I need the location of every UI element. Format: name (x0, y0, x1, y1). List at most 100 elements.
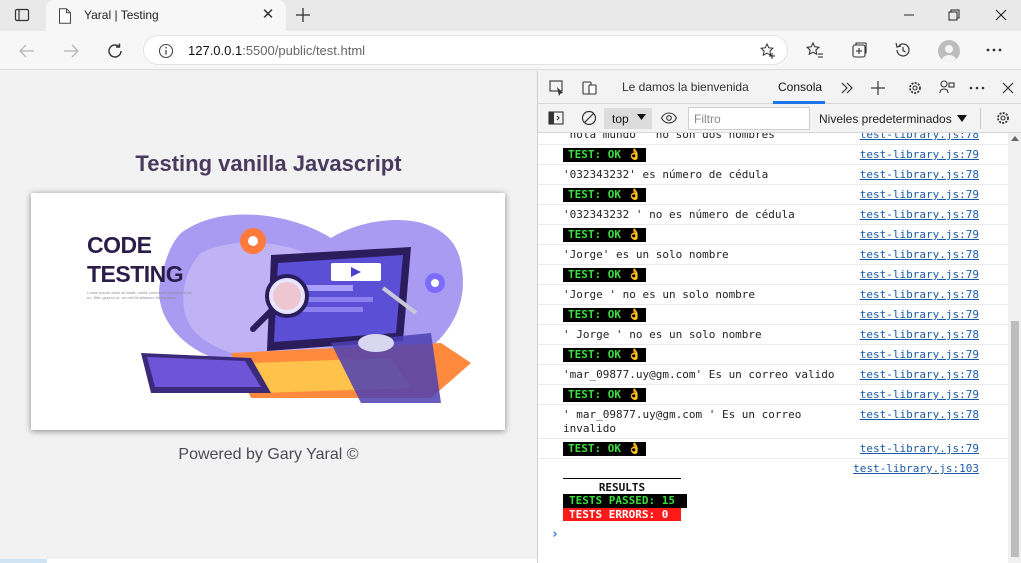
console-message-text: 'Jorge ' no es un solo nombre (563, 288, 756, 301)
test-ok-badge: TEST: OK 👌 (563, 348, 647, 362)
filter-placeholder: Filtro (694, 112, 721, 126)
source-link[interactable]: test-library.js:78 (860, 288, 979, 301)
url-text[interactable]: 127.0.0.1:5500/public/test.html (188, 43, 365, 58)
source-link[interactable]: test-library.js:78 (860, 368, 979, 381)
close-tab-icon[interactable]: ✕ (260, 7, 276, 23)
profile-avatar-icon[interactable] (938, 40, 960, 62)
more-tabs-icon[interactable] (838, 79, 856, 97)
back-icon[interactable] (16, 40, 38, 62)
console-row-test-ok: TEST: OK 👌 test-library.js:79 (538, 225, 1008, 245)
console-row-test-ok: TEST: OK 👌 test-library.js:79 (538, 345, 1008, 365)
page-scrollbar-thumb[interactable] (47, 559, 537, 563)
toolbar-divider (980, 108, 981, 129)
source-link[interactable]: test-library.js:79 (860, 388, 979, 401)
console-message-text: '032343232' es número de cédula (563, 168, 769, 181)
collections-icon[interactable] (848, 39, 870, 61)
clear-console-icon[interactable] (580, 109, 598, 127)
tab-console[interactable]: Consola (778, 80, 822, 94)
history-icon[interactable] (892, 39, 914, 61)
source-link[interactable]: test-library.js:79 (860, 442, 979, 455)
hero-image: CODE TESTING Lorem ipsum dolor sit amet,… (31, 193, 505, 430)
source-link[interactable]: test-library.js:78 (860, 408, 979, 421)
console-message-text: 'mar_09877.uy@gm.com' Es un correo valid… (563, 368, 835, 381)
test-ok-label: TEST: OK 👌 (563, 442, 647, 456)
connect-device-icon[interactable] (938, 79, 956, 97)
new-tab-icon[interactable] (293, 5, 313, 25)
results-source-link[interactable]: test-library.js:103 (853, 462, 979, 475)
console-row-test-ok: TEST: OK 👌 test-library.js:79 (538, 145, 1008, 165)
add-favorite-icon[interactable] (759, 42, 777, 60)
restore-icon[interactable] (942, 4, 966, 26)
tab-actions-icon[interactable] (14, 7, 30, 23)
tests-passed-label: TESTS PASSED: 15 (563, 494, 687, 508)
chevron-down-icon (637, 114, 646, 120)
source-link[interactable]: test-library.js:78 (860, 208, 979, 221)
inspect-element-icon[interactable] (548, 79, 566, 97)
levels-chevron-down-icon[interactable] (957, 114, 967, 123)
filter-input[interactable]: Filtro (688, 107, 810, 130)
hero-heading: CODE TESTING (87, 231, 184, 289)
code-testing-illustration (141, 214, 471, 403)
console-message-text: ' mar_09877.uy@gm.com ' Es un correo inv… (563, 408, 802, 435)
log-levels-select[interactable]: Niveles predeterminados (819, 112, 952, 126)
devtools-more-icon[interactable] (968, 79, 986, 97)
address-bar[interactable]: 127.0.0.1:5500/public/test.html (143, 35, 788, 65)
test-ok-badge: TEST: OK 👌 (563, 442, 647, 456)
toggle-sidebar-icon[interactable] (547, 109, 565, 127)
test-ok-badge: TEST: OK 👌 (563, 228, 647, 242)
page-title: Testing vanilla Javascript (135, 151, 402, 176)
test-ok-badge: TEST: OK 👌 (563, 188, 647, 202)
source-link[interactable]: test-library.js:79 (860, 308, 979, 321)
tab-welcome[interactable]: Le damos la bienvenida (622, 80, 749, 94)
test-ok-label: TEST: OK 👌 (563, 308, 647, 322)
settings-gear-icon[interactable] (906, 79, 924, 97)
console-row-message: 'mar_09877.uy@gm.com' Es un correo valid… (538, 365, 1008, 385)
page-viewport: Testing vanilla Javascript CODE TESTING … (0, 71, 537, 563)
console-scrollbar[interactable] (1008, 133, 1021, 563)
console-row-test-ok: TEST: OK 👌 test-library.js:79 (538, 305, 1008, 325)
test-ok-label: TEST: OK 👌 (563, 348, 647, 362)
favorites-icon[interactable] (804, 39, 826, 61)
refresh-icon[interactable] (104, 40, 126, 62)
source-link[interactable]: test-library.js:79 (860, 188, 979, 201)
source-link[interactable]: test-library.js:79 (860, 268, 979, 281)
hero-heading-line2: TESTING (87, 261, 184, 287)
url-path: :5500/public/test.html (242, 43, 366, 58)
test-ok-badge: TEST: OK 👌 (563, 308, 647, 322)
console-settings-gear-icon[interactable] (994, 109, 1012, 127)
test-ok-label: TEST: OK 👌 (563, 228, 647, 242)
forward-icon[interactable] (60, 40, 82, 62)
test-ok-badge: TEST: OK 👌 (563, 388, 647, 402)
devtools-panel: Le damos la bienvenida Consola top Filtr… (537, 71, 1021, 563)
console-prompt-icon[interactable]: › (551, 527, 559, 542)
source-link[interactable]: test-library.js:79 (860, 348, 979, 361)
test-ok-label: TEST: OK 👌 (563, 148, 647, 162)
source-link[interactable]: test-library.js:79 (860, 148, 979, 161)
add-tab-icon[interactable] (869, 79, 887, 97)
close-window-icon[interactable] (989, 4, 1013, 26)
source-link[interactable]: test-library.js:78 (860, 168, 979, 181)
page-icon (59, 8, 71, 24)
source-link[interactable]: test-library.js:79 (860, 228, 979, 241)
live-expression-eye-icon[interactable] (660, 109, 678, 127)
minimize-icon[interactable] (897, 4, 921, 26)
more-options-icon[interactable] (983, 39, 1005, 61)
site-info-icon[interactable] (158, 43, 174, 59)
execution-context-select[interactable]: top (604, 108, 652, 129)
browser-tab[interactable]: Yaral | Testing ✕ (46, 0, 286, 31)
console-row-test-ok: TEST: OK 👌 test-library.js:79 (538, 185, 1008, 205)
console-scrollbar-thumb[interactable] (1011, 321, 1019, 557)
test-results-summary: RESULTS TESTS PASSED: 15 TESTS ERRORS: 0 (563, 478, 703, 521)
hero-lorem-text: Lorem ipsum dolor sit amet, mollis commo… (87, 290, 192, 300)
scroll-up-icon[interactable] (1011, 135, 1019, 143)
source-link[interactable]: test-library.js:78 (860, 133, 979, 141)
device-emulation-icon[interactable] (580, 79, 598, 97)
console-message-text: 'Jorge' es un solo nombre (563, 248, 729, 261)
close-devtools-icon[interactable] (999, 79, 1017, 97)
console-toolbar: top Filtro Niveles predeterminados (538, 104, 1021, 133)
console-row-test-ok: TEST: OK 👌 test-library.js:79 (538, 265, 1008, 285)
console-row-message: 'Jorge ' no es un solo nombre test-librar… (538, 285, 1008, 305)
source-link[interactable]: test-library.js:78 (860, 248, 979, 261)
tab-title: Yaral | Testing (84, 8, 159, 22)
source-link[interactable]: test-library.js:78 (860, 328, 979, 341)
